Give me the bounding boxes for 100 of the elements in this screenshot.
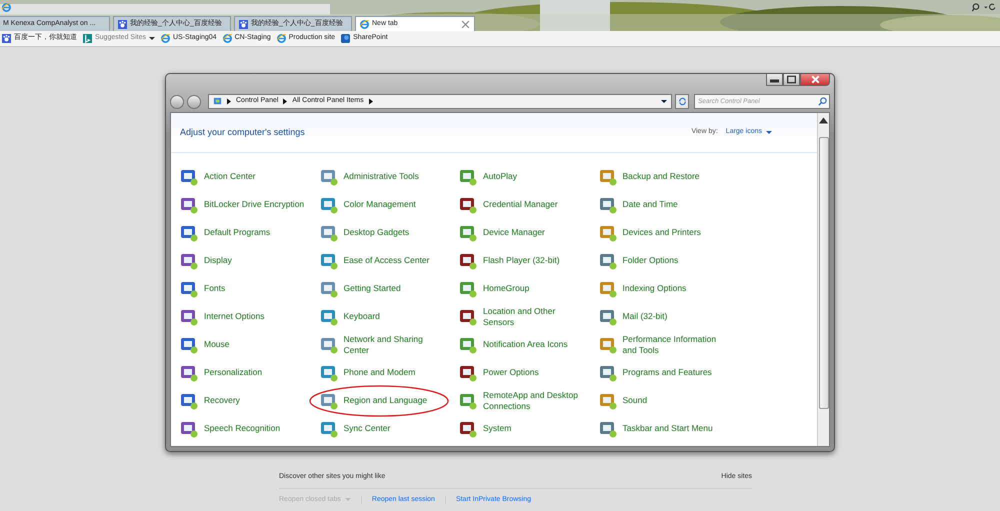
applet-icon	[459, 420, 477, 438]
applet-link[interactable]: Phone and Modem	[344, 367, 416, 379]
applet-icon	[320, 224, 338, 242]
applet-icon	[320, 308, 338, 326]
applet-link[interactable]: Power Options	[483, 367, 539, 379]
applet-icon	[320, 420, 338, 438]
applet-link[interactable]: Programs and Features	[622, 367, 712, 379]
applet-link[interactable]: Default Programs	[204, 227, 270, 239]
page-heading: Adjust your computer's settings	[180, 127, 305, 138]
applet-link[interactable]: Taskbar and Start Menu	[622, 423, 713, 435]
search-icon	[818, 97, 827, 106]
maximize-icon	[787, 75, 796, 84]
applet-icon	[598, 252, 616, 270]
paw-icon	[118, 20, 127, 28]
applet-icon	[598, 392, 616, 410]
applet-icon	[598, 420, 616, 438]
applet-link[interactable]: Desktop Gadgets	[344, 227, 410, 239]
applet-icon	[598, 336, 616, 354]
applet-link[interactable]: Mouse	[204, 339, 230, 351]
back-button[interactable]	[170, 94, 184, 108]
applet-link[interactable]: Mail (32-bit)	[622, 311, 668, 323]
applet-link[interactable]: Devices and Printers	[622, 227, 701, 239]
applet-icon	[320, 280, 338, 298]
applet-icon	[459, 280, 477, 298]
applet-link[interactable]: Folder Options	[622, 255, 678, 267]
maximize-button[interactable]	[783, 74, 800, 86]
applet-link[interactable]: AutoPlay	[483, 171, 518, 183]
applet-link[interactable]: Action Center	[204, 171, 256, 183]
caret-icon	[766, 128, 772, 137]
s-logo-icon	[341, 34, 350, 43]
applet-icon	[320, 196, 338, 214]
applet-link[interactable]: HomeGroup	[483, 283, 530, 295]
applet-icon	[180, 420, 198, 438]
b-logo-icon	[83, 34, 92, 43]
applet-icon	[598, 364, 616, 382]
chevron-icon	[368, 97, 373, 106]
applet-link[interactable]: Speech Recognition	[204, 423, 280, 435]
close-icon	[461, 20, 470, 28]
applet-link[interactable]: Getting Started	[344, 283, 401, 295]
applet-link[interactable]: Ease of Access Center	[344, 255, 430, 267]
globe-icon	[222, 34, 232, 43]
close-button[interactable]	[800, 74, 830, 86]
control-panel-icon	[213, 97, 222, 106]
applet-link[interactable]: BitLocker Drive Encryption	[204, 199, 304, 211]
applet-link[interactable]: Network and Sharing Center	[344, 334, 446, 356]
applet-link[interactable]: Administrative Tools	[344, 171, 419, 183]
applet-icon	[320, 336, 338, 354]
applet-icon	[180, 252, 198, 270]
applet-link[interactable]: RemoteApp and Desktop Connections	[483, 390, 586, 412]
applet-link[interactable]: Location and Other Sensors	[483, 306, 586, 328]
applet-icon	[459, 308, 477, 326]
applet-icon	[598, 196, 616, 214]
globe-icon	[2, 3, 11, 12]
search-refresh-icon	[971, 3, 998, 12]
applet-icon	[459, 392, 477, 410]
applet-icon	[598, 280, 616, 298]
refresh-button[interactable]	[675, 94, 689, 109]
applet-link[interactable]: Recovery	[204, 395, 240, 407]
applet-icon	[320, 168, 338, 186]
applet-link[interactable]: Flash Player (32-bit)	[483, 255, 560, 267]
applet-link[interactable]: Notification Area Icons	[483, 339, 568, 351]
scrollbar[interactable]	[817, 113, 829, 446]
applet-icon	[320, 392, 338, 410]
applet-icon	[180, 308, 198, 326]
applet-icon	[320, 252, 338, 270]
applet-link[interactable]: Internet Options	[204, 311, 264, 323]
chevron-icon	[227, 97, 231, 106]
applet-icon	[459, 196, 477, 214]
applet-link[interactable]: Device Manager	[483, 227, 545, 239]
applet-icon	[459, 252, 477, 270]
applet-icon	[180, 196, 198, 214]
applet-link[interactable]: Fonts	[204, 283, 226, 295]
applet-link[interactable]: Indexing Options	[622, 283, 686, 295]
applet-icon	[598, 308, 616, 326]
globe-icon	[276, 34, 286, 43]
applet-link[interactable]: Performance Information and Tools	[622, 334, 726, 356]
applet-link[interactable]: System	[483, 423, 512, 435]
chevron-icon	[283, 97, 288, 106]
applet-link[interactable]: Backup and Restore	[622, 171, 700, 183]
applet-link[interactable]: Credential Manager	[483, 199, 558, 211]
close-icon	[810, 75, 820, 84]
applet-link[interactable]: Keyboard	[344, 311, 380, 323]
applet-icon	[180, 392, 198, 410]
applet-link[interactable]: Display	[204, 255, 232, 267]
globe-icon	[360, 20, 369, 28]
applet-link[interactable]: Sound	[622, 395, 648, 407]
scrollbar-thumb[interactable]	[818, 137, 828, 409]
applet-icon	[320, 364, 338, 382]
dropdown-icon	[661, 97, 667, 106]
applet-icon	[598, 168, 616, 186]
caret-icon	[148, 34, 155, 43]
refresh-icon	[678, 97, 686, 106]
applet-icon	[459, 364, 477, 382]
applet-link[interactable]: Personalization	[204, 367, 262, 379]
applet-link[interactable]: Date and Time	[622, 199, 678, 211]
applet-icon	[180, 280, 198, 298]
applet-link[interactable]: Color Management	[344, 199, 416, 211]
forward-button[interactable]	[187, 94, 201, 108]
minimize-button[interactable]	[766, 74, 783, 86]
applet-link[interactable]: Sync Center	[344, 423, 390, 435]
